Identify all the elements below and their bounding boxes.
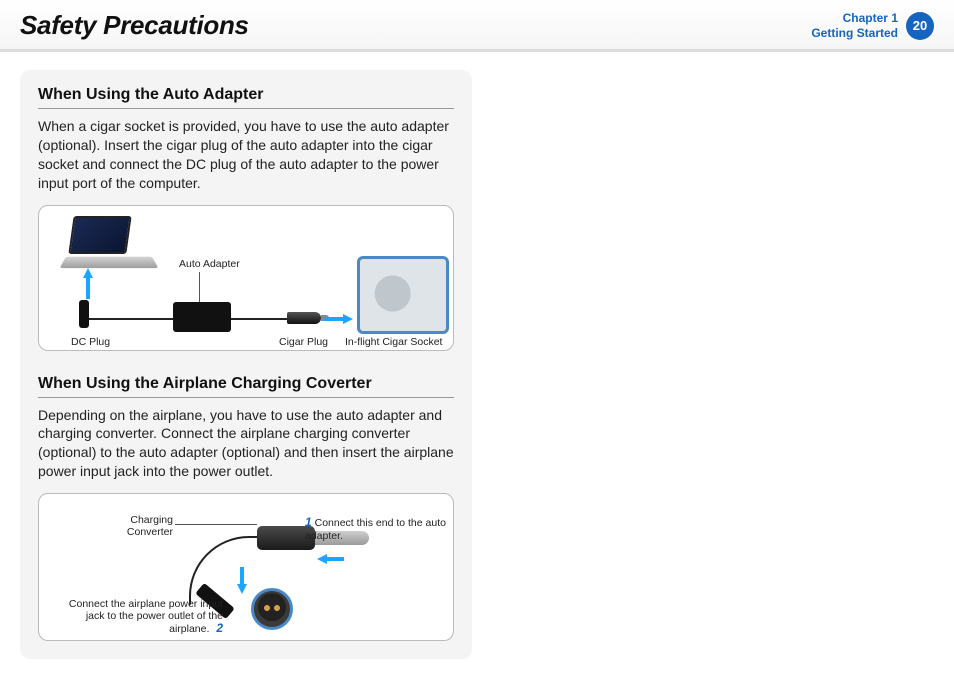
content-panel: When Using the Auto Adapter When a cigar… xyxy=(20,70,472,659)
label-auto-adapter: Auto Adapter xyxy=(179,258,240,270)
cigar-plug-icon xyxy=(287,312,321,324)
page-number-badge: 20 xyxy=(906,12,934,40)
step1-text: Connect this end to the auto adapter. xyxy=(305,517,446,542)
page-number: 20 xyxy=(913,18,927,33)
airplane-outlet-icon xyxy=(251,588,293,630)
label-dc-plug: DC Plug xyxy=(71,336,110,348)
step1-number: 1 xyxy=(305,515,312,529)
step1: 1 Connect this end to the auto adapter. xyxy=(305,516,453,542)
leader-line xyxy=(175,524,257,525)
page-header: Safety Precautions Chapter 1 Getting Sta… xyxy=(0,0,954,52)
chapter-block: Chapter 1 Getting Started 20 xyxy=(811,11,934,40)
chapter-text: Chapter 1 Getting Started xyxy=(811,11,898,40)
wire-icon xyxy=(231,318,287,320)
section1-heading: When Using the Auto Adapter xyxy=(38,86,454,109)
step2-number: 2 xyxy=(216,621,223,635)
laptop-icon xyxy=(63,216,155,280)
cigar-socket-icon xyxy=(357,256,449,334)
page-title: Safety Precautions xyxy=(20,10,249,41)
leader-line xyxy=(199,272,200,302)
section2-body: Depending on the airplane, you have to u… xyxy=(38,406,454,482)
dc-plug-icon xyxy=(79,300,89,328)
adapter-brick-icon xyxy=(173,302,231,332)
chapter-line2: Getting Started xyxy=(811,26,898,40)
label-cigar-plug: Cigar Plug xyxy=(279,336,328,348)
section1-body: When a cigar socket is provided, you hav… xyxy=(38,117,454,193)
step2-text: Connect the airplane power input jack to… xyxy=(69,598,223,635)
content-area: When Using the Auto Adapter When a cigar… xyxy=(0,52,954,677)
auto-adapter-diagram: Auto Adapter DC Plug Cigar Plug In-fligh… xyxy=(38,205,454,351)
section2-heading: When Using the Airplane Charging Coverte… xyxy=(38,375,454,398)
arrow-down-icon xyxy=(237,584,247,594)
arrow-left-icon xyxy=(317,554,327,564)
chapter-line1: Chapter 1 xyxy=(811,11,898,25)
wire-icon xyxy=(89,318,173,320)
label-charging-converter: Charging Converter xyxy=(93,514,173,538)
arrow-right-icon xyxy=(343,314,353,324)
label-inflight-socket: In-flight Cigar Socket xyxy=(345,336,442,348)
step2: Connect the airplane power input jack to… xyxy=(65,598,223,636)
airplane-converter-diagram: Charging Converter 1 Connect this end to… xyxy=(38,493,454,641)
arrow-up-icon xyxy=(83,268,93,278)
